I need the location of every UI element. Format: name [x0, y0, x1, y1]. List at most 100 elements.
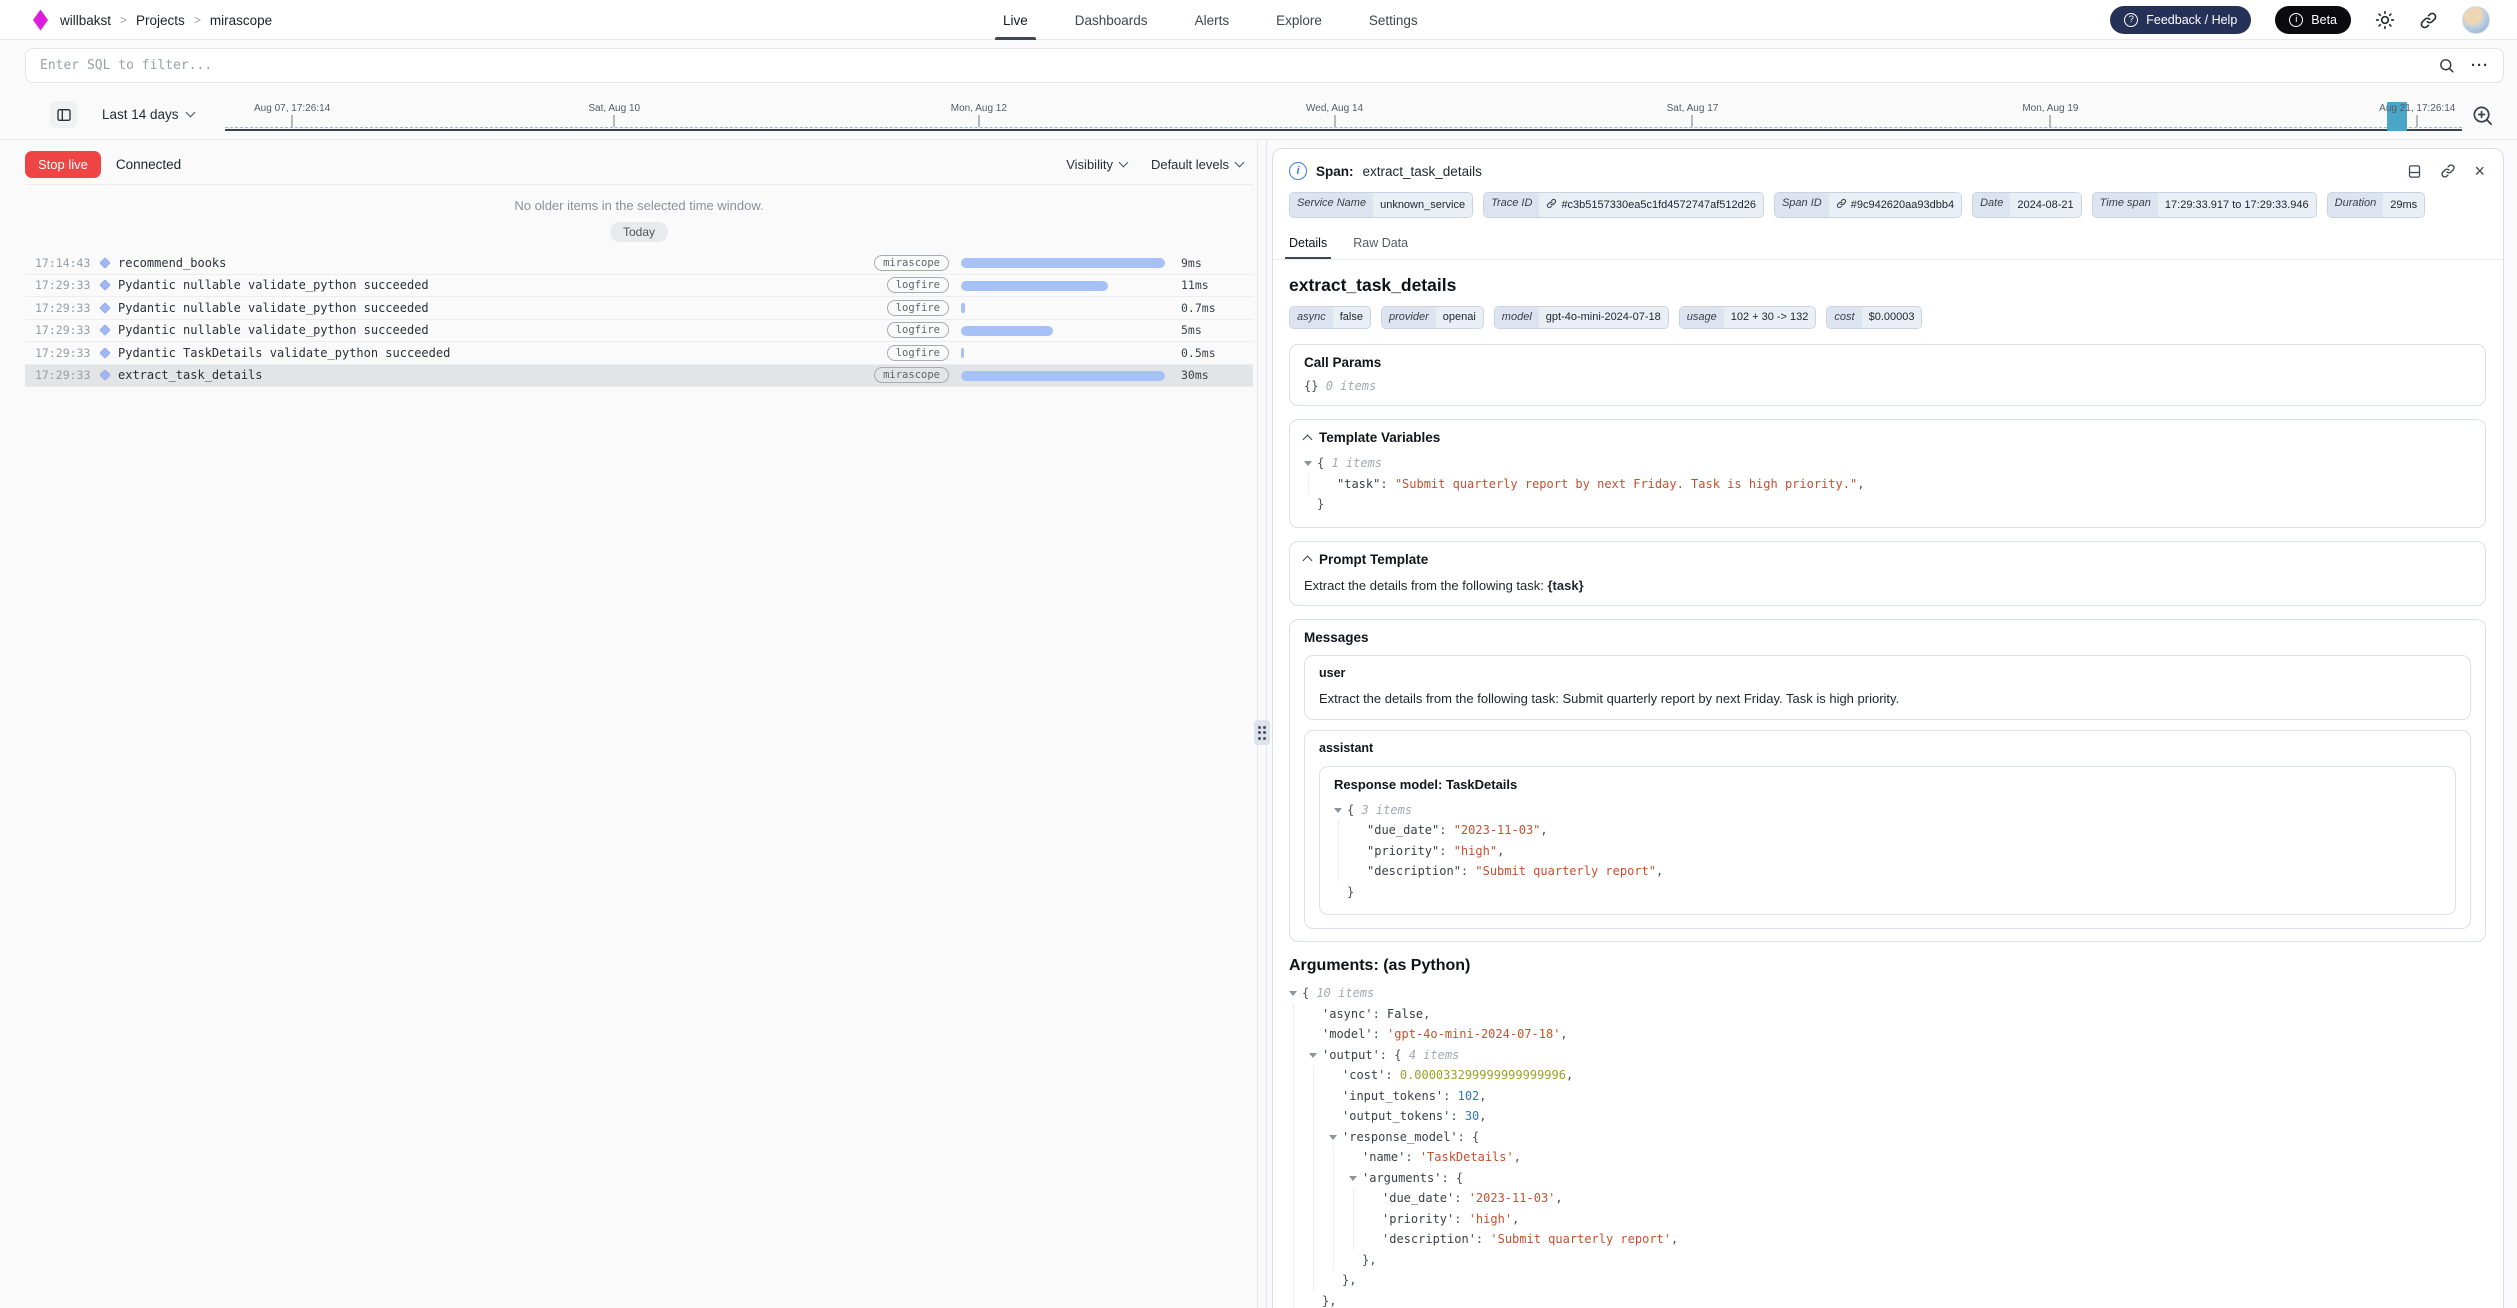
expand-chevron-icon[interactable]: [1349, 1176, 1357, 1181]
sidebar-toggle-button[interactable]: [50, 101, 77, 128]
trace-row[interactable]: 17:29:33Pydantic nullable validate_pytho…: [25, 320, 1253, 343]
json-token-num: 30: [1465, 1106, 1479, 1127]
json-token-key: 'input_tokens': [1342, 1086, 1443, 1107]
expand-chevron-icon[interactable]: [1289, 991, 1297, 996]
breadcrumb-item-mirascope[interactable]: mirascope: [210, 13, 272, 28]
span-kind-icon: [99, 347, 110, 358]
timeline-tick-label: Mon, Aug 19: [2022, 103, 2078, 114]
trace-row[interactable]: 17:14:43recommend_booksmirascope9ms: [25, 252, 1253, 275]
trace-row[interactable]: 17:29:33Pydantic nullable validate_pytho…: [25, 275, 1253, 298]
json-token-punct: ,: [1479, 1086, 1486, 1107]
json-token-key: 'name': [1362, 1147, 1405, 1168]
tab-alerts[interactable]: Alerts: [1195, 0, 1230, 40]
tab-settings[interactable]: Settings: [1369, 0, 1418, 40]
message-text: Extract the details from the following t…: [1319, 691, 2456, 706]
json-token-punct: ,: [1566, 1065, 1573, 1086]
json-token-punct: ,: [1423, 1004, 1430, 1025]
tab-raw-data[interactable]: Raw Data: [1353, 229, 1408, 259]
feedback-help-button[interactable]: ? Feedback / Help: [2110, 6, 2251, 34]
theme-toggle-icon[interactable]: [2375, 10, 2395, 30]
call-params-empty: {} 0 items: [1304, 379, 2471, 393]
json-token-str: "2023-11-03": [1454, 820, 1541, 841]
logfire-logo-icon[interactable]: [33, 10, 48, 31]
default-levels-label: Default levels: [1151, 157, 1229, 172]
duration-bar: [961, 326, 1053, 336]
panel-resize-handle[interactable]: [1254, 720, 1270, 745]
feedback-help-label: Feedback / Help: [2146, 13, 2237, 27]
template-variables-section: Template Variables { 1 items"task": "Sub…: [1289, 419, 2486, 528]
search-icon[interactable]: [2438, 57, 2455, 74]
breadcrumb-item-willbakst[interactable]: willbakst: [60, 13, 111, 28]
json-line: },: [1289, 1250, 2486, 1271]
collapse-icon[interactable]: [1303, 434, 1313, 444]
attr-chip-label: model: [1495, 307, 1539, 328]
tab-details[interactable]: Details: [1289, 229, 1327, 259]
duration-label: 5ms: [1181, 323, 1239, 337]
more-menu-icon[interactable]: ···: [2471, 57, 2489, 74]
link-icon[interactable]: [1546, 198, 1557, 212]
meta-chip-label: Span ID: [1775, 193, 1829, 217]
collapse-icon[interactable]: [1303, 556, 1313, 566]
link-icon[interactable]: [1836, 198, 1847, 212]
json-line: "description": "Submit quarterly report"…: [1334, 861, 2441, 882]
attr-chip-value: 102 + 30 -> 132: [1724, 307, 1816, 328]
trace-row[interactable]: 17:29:33extract_task_detailsmirascope30m…: [25, 365, 1253, 388]
visibility-dropdown[interactable]: Visibility: [1066, 157, 1127, 172]
expand-chevron-icon[interactable]: [1304, 461, 1312, 466]
json-token-punct: :: [1373, 1024, 1387, 1045]
meta-chip-text: 29ms: [2390, 200, 2417, 211]
json-line: 'input_tokens': 102,: [1289, 1086, 2486, 1107]
tab-live[interactable]: Live: [1003, 0, 1028, 40]
stop-live-button[interactable]: Stop live: [25, 151, 101, 178]
indent-guides: [1289, 1188, 1369, 1209]
expand-chevron-icon[interactable]: [1329, 1135, 1337, 1140]
chevron-slot: [1334, 800, 1347, 813]
beta-button[interactable]: i Beta: [2275, 6, 2351, 34]
message-assistant: assistant Response model: TaskDetails { …: [1304, 730, 2471, 930]
info-circle-icon: i: [2289, 13, 2303, 27]
breadcrumb-item-projects[interactable]: Projects: [136, 13, 185, 28]
nav-tabs: Live Dashboards Alerts Explore Settings: [1003, 0, 1418, 40]
close-icon[interactable]: ×: [2474, 162, 2485, 180]
meta-chip-value: 29ms: [2383, 193, 2424, 217]
indent-guides: [1289, 1086, 1329, 1107]
timeline-tick-label: Aug 21, 17:26:14: [2379, 103, 2455, 114]
time-range-dropdown[interactable]: Last 14 days: [102, 101, 194, 128]
tab-dashboards[interactable]: Dashboards: [1075, 0, 1148, 40]
timeline-tick-label: Sat, Aug 17: [1667, 103, 1719, 114]
json-token-ann: 4 items: [1409, 1045, 1460, 1066]
expand-chevron-icon[interactable]: [1309, 1053, 1317, 1058]
json-token-punct: ,: [1857, 474, 1864, 495]
filter-bar: ···: [0, 40, 2517, 92]
json-token-punct: },: [1362, 1250, 1376, 1271]
user-avatar[interactable]: [2462, 6, 2490, 34]
share-link-icon[interactable]: [2419, 11, 2438, 30]
json-line: 'description': 'Submit quarterly report'…: [1289, 1229, 2486, 1250]
response-model-json: { 3 items"due_date": "2023-11-03","prior…: [1334, 800, 2441, 903]
timeline[interactable]: Aug 07, 17:26:14Sat, Aug 10Mon, Aug 12We…: [225, 96, 2462, 136]
copy-link-icon[interactable]: [2440, 163, 2456, 179]
sql-filter-input[interactable]: [40, 58, 2438, 73]
meta-chip-label: Service Name: [1290, 193, 1373, 217]
json-line: 'due_date': '2023-11-03',: [1289, 1188, 2486, 1209]
trace-row-name: Pydantic TaskDetails validate_python suc…: [118, 346, 450, 360]
meta-chip-value: 17:29:33.917 to 17:29:33.946: [2158, 193, 2316, 217]
json-token-punct: : {: [1380, 1045, 1409, 1066]
open-in-panel-icon[interactable]: [2407, 164, 2422, 179]
template-variables-title: Template Variables: [1319, 430, 1440, 445]
meta-chip-value: unknown_service: [1373, 193, 1472, 217]
meta-chip-text: unknown_service: [1380, 200, 1465, 211]
default-levels-dropdown[interactable]: Default levels: [1151, 157, 1243, 172]
timeline-axis-line: [225, 129, 2462, 132]
json-token-str: 'gpt-4o-mini-2024-07-18': [1387, 1024, 1560, 1045]
trace-row[interactable]: 17:29:33Pydantic nullable validate_pytho…: [25, 297, 1253, 320]
zoom-in-icon[interactable]: [2467, 100, 2497, 130]
expand-chevron-icon[interactable]: [1334, 808, 1342, 813]
json-line: }: [1334, 882, 2441, 903]
json-line: }: [1304, 494, 2471, 515]
indent-guides: [1304, 474, 1324, 495]
json-token-key: 'cost': [1342, 1065, 1385, 1086]
timeline-tick: [2417, 115, 2418, 127]
tab-explore[interactable]: Explore: [1276, 0, 1322, 40]
trace-row[interactable]: 17:29:33Pydantic TaskDetails validate_py…: [25, 342, 1253, 365]
